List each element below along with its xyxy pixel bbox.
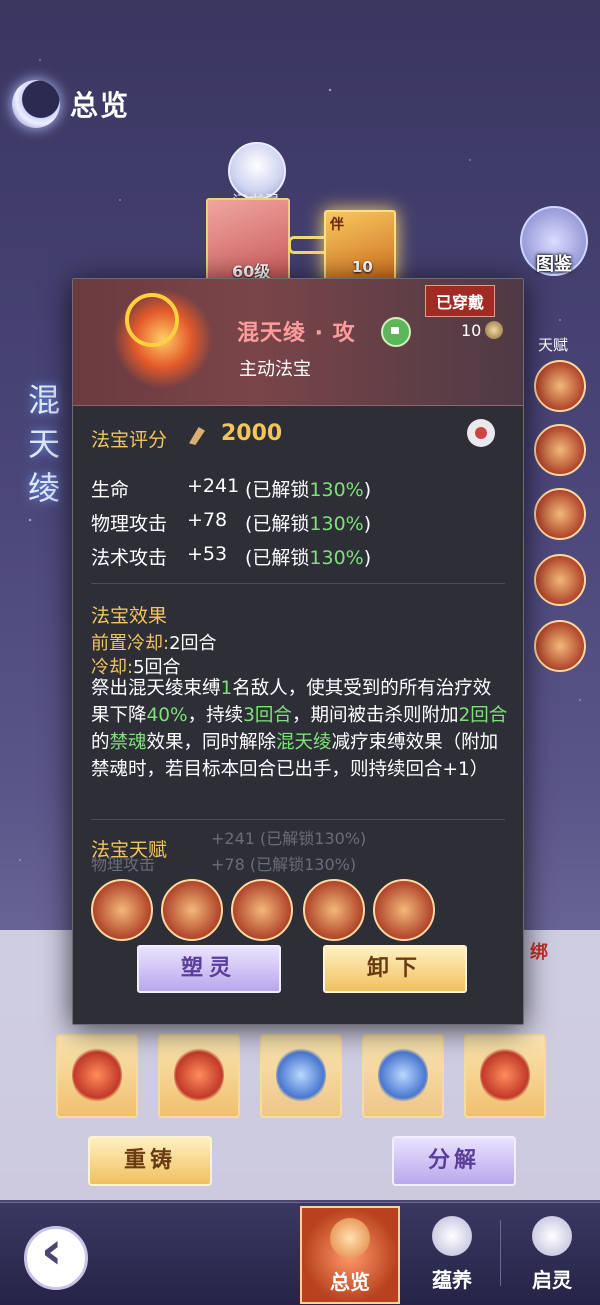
treasure-vertical-name: 混 天 绫 bbox=[27, 381, 60, 507]
panel-header: 已穿戴 混天绫 · 攻 10 主动法宝 bbox=[73, 279, 523, 406]
page-title: 总览 bbox=[70, 89, 131, 122]
companion-card-level: 10 bbox=[352, 258, 373, 276]
effect-description: 祭出混天绫束缚1名敌人，使其受到的所有治疗效果下降40%，持续3回合，期间被击杀… bbox=[91, 675, 509, 783]
talent-icon-1[interactable] bbox=[534, 360, 586, 412]
effect-highlight: 40% bbox=[146, 705, 188, 726]
panel-talent-icon-4[interactable] bbox=[303, 879, 365, 941]
treasure-art-icon bbox=[72, 1046, 122, 1104]
panel-talent-icon-2[interactable] bbox=[161, 879, 223, 941]
pre-cooldown-line: 前置冷却:2回合 bbox=[91, 629, 217, 655]
stat-unlock-pct: 130% bbox=[309, 513, 364, 535]
nav-label: 蕴养 bbox=[432, 1268, 472, 1292]
companion-tag: 伴 bbox=[330, 217, 344, 233]
inventory-slot-3[interactable] bbox=[260, 1034, 342, 1118]
equipped-badge: 已穿戴 bbox=[425, 285, 496, 317]
effect-text: ，持续 bbox=[187, 705, 244, 726]
stat-unlock-prefix: (已解锁 bbox=[245, 513, 310, 535]
effect-text: ，期间被击杀则附加 bbox=[291, 705, 459, 726]
treasure-art-icon bbox=[174, 1046, 224, 1104]
effect-title: 法宝效果 bbox=[91, 605, 168, 627]
umbrella-treasure-icon bbox=[276, 1046, 326, 1104]
stat-name: 物理攻击 bbox=[91, 513, 168, 535]
gallery-label[interactable]: 图鉴 bbox=[526, 250, 582, 276]
stat-unlock-prefix: (已解锁 bbox=[245, 479, 310, 501]
eye-icon[interactable] bbox=[467, 419, 495, 447]
stat-unlock-prefix: (已解锁 bbox=[245, 547, 310, 569]
score-value: 2000 bbox=[221, 421, 283, 446]
stat-unlock-pct: 130% bbox=[309, 479, 364, 501]
divider bbox=[91, 819, 505, 820]
awaken-icon bbox=[532, 1216, 572, 1256]
ghost-text: +78 (已解锁130%) bbox=[211, 855, 357, 874]
nav-awaken[interactable]: 启灵 bbox=[504, 1206, 600, 1300]
effect-highlight: 禁魂 bbox=[109, 732, 147, 753]
brush-icon bbox=[189, 427, 205, 445]
panel-talent-icon-3[interactable] bbox=[231, 879, 293, 941]
effect-highlight: 1 bbox=[220, 678, 233, 699]
nurture-icon bbox=[432, 1216, 472, 1256]
back-arrow-icon[interactable] bbox=[24, 1221, 88, 1290]
talent-side-label: 天赋 bbox=[538, 336, 569, 354]
unequip-button[interactable]: 卸下 bbox=[323, 945, 467, 993]
stat-name: 法术攻击 bbox=[91, 547, 168, 569]
ghost-text: +241 (已解锁130%) bbox=[211, 829, 367, 848]
treasure-ring-icon bbox=[125, 293, 179, 347]
stat-unlock-suffix: ) bbox=[363, 513, 372, 535]
divider bbox=[91, 583, 505, 584]
lock-icon[interactable] bbox=[381, 317, 411, 347]
nav-overview[interactable]: 总览 bbox=[300, 1206, 400, 1304]
reshape-button[interactable]: 塑灵 bbox=[137, 945, 281, 993]
decompose-button[interactable]: 分解 bbox=[392, 1136, 516, 1186]
inventory-slot-2[interactable] bbox=[158, 1034, 240, 1118]
effect-text: 祭出混天绫束缚 bbox=[91, 678, 221, 699]
effect-text: 的 bbox=[91, 732, 110, 753]
score-label: 法宝评分 bbox=[91, 429, 168, 451]
nav-nurture[interactable]: 蕴养 bbox=[404, 1206, 500, 1300]
stat-value: +78 bbox=[187, 509, 228, 531]
treasure-art-icon bbox=[480, 1046, 530, 1104]
orb-treasure-icon bbox=[378, 1046, 428, 1104]
talent-icon-4[interactable] bbox=[534, 554, 586, 606]
stat-name: 生命 bbox=[91, 479, 130, 501]
stat-value: +241 bbox=[187, 475, 240, 497]
inventory-slot-1[interactable] bbox=[56, 1034, 138, 1118]
nav-separator bbox=[500, 1220, 501, 1286]
pre-cooldown-label: 前置冷却: bbox=[91, 633, 170, 654]
effect-highlight: 混天绫 bbox=[276, 732, 332, 753]
bind-tag: 绑 bbox=[530, 942, 548, 963]
pre-cooldown-value: 2回合 bbox=[169, 633, 217, 654]
ghost-text: 物理攻击 bbox=[91, 855, 156, 874]
effect-highlight: 2回合 bbox=[458, 705, 508, 726]
treasure-detail-panel: 已穿戴 混天绫 · 攻 10 主动法宝 法宝评分 2000 生命 +241 (已… bbox=[72, 278, 524, 1025]
stat-unlock-suffix: ) bbox=[363, 547, 372, 569]
talent-icon-2[interactable] bbox=[534, 424, 586, 476]
effect-highlight: 3回合 bbox=[243, 705, 292, 726]
nav-label: 启灵 bbox=[532, 1268, 572, 1292]
panel-talent-icon-5[interactable] bbox=[373, 879, 435, 941]
panel-talent-icon-1[interactable] bbox=[91, 879, 153, 941]
inventory-slot-4[interactable] bbox=[362, 1034, 444, 1118]
treasure-type: 主动法宝 bbox=[239, 359, 311, 380]
effect-text: 效果，同时解除 bbox=[146, 732, 277, 753]
moon-logo-icon bbox=[12, 80, 60, 128]
overview-icon bbox=[330, 1218, 370, 1258]
stat-unlock-suffix: ) bbox=[363, 479, 372, 501]
treasure-name: 混天绫 · 攻 bbox=[237, 321, 356, 346]
talent-icon-3[interactable] bbox=[534, 488, 586, 540]
treasure-level: 10 bbox=[461, 321, 482, 340]
inventory-slot-5[interactable] bbox=[464, 1034, 546, 1118]
nav-label: 总览 bbox=[330, 1270, 370, 1294]
talent-icon-5[interactable] bbox=[534, 620, 586, 672]
stat-unlock-pct: 130% bbox=[309, 547, 364, 569]
recast-button[interactable]: 重铸 bbox=[88, 1136, 212, 1186]
coin-icon bbox=[485, 321, 503, 339]
stat-value: +53 bbox=[187, 543, 228, 565]
